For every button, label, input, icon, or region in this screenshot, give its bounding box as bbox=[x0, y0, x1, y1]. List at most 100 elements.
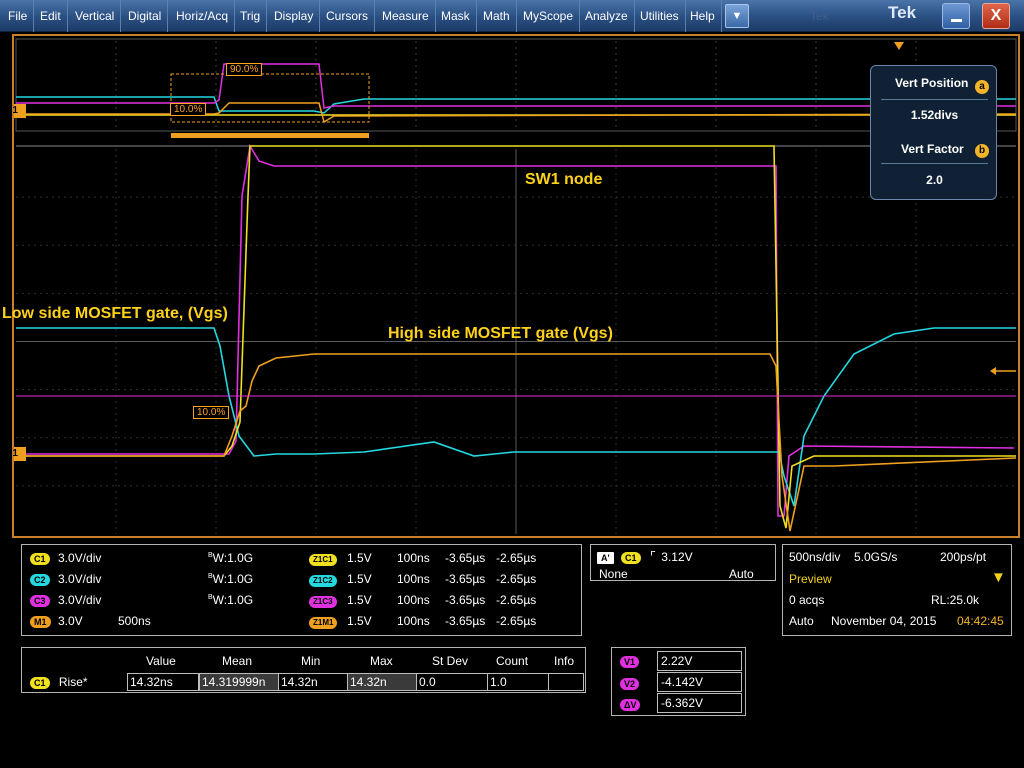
z1c2-time: 100ns bbox=[397, 572, 430, 586]
channel-row-ch3[interactable]: C3 3.0V/div BW:1.0G bbox=[30, 593, 253, 607]
zoom-range-bar bbox=[171, 133, 369, 138]
minimize-button[interactable] bbox=[942, 3, 970, 29]
cursor-v1-badge: V1 bbox=[620, 656, 640, 668]
col-value: Value bbox=[146, 654, 176, 668]
table-row[interactable]: C1 Rise* bbox=[30, 675, 88, 689]
low-side-gate-label: Low side MOSFET gate, (Vgs) bbox=[2, 305, 228, 322]
ch3-scale[interactable]: 3.0V/div bbox=[58, 593, 101, 607]
z1c2-badge[interactable]: Z1C2 bbox=[309, 575, 337, 587]
sw1-node-label: SW1 node bbox=[525, 171, 603, 188]
col-mean: Mean bbox=[222, 654, 253, 668]
menu-cursors[interactable]: Cursors bbox=[320, 0, 376, 32]
col-stdev: St Dev bbox=[432, 654, 469, 668]
trigger-coupling: None bbox=[599, 567, 628, 581]
waveform-graticule bbox=[14, 38, 1017, 534]
cursor-readout-panel[interactable]: V1 2.22V V2 -4.142V ΔV -6.362V bbox=[611, 647, 746, 716]
ch2-badge[interactable]: C2 bbox=[30, 574, 50, 586]
menu-help[interactable]: Help bbox=[684, 0, 722, 32]
z1c1-scale: 1.5V bbox=[347, 551, 372, 565]
pct-90-label: 90.0% bbox=[226, 63, 263, 76]
waveform-display[interactable]: M1 M1 90.0% 10.0% 10.0% SW1 node Low sid… bbox=[2, 34, 1020, 538]
sample-rate[interactable]: 5.0GS/s bbox=[854, 550, 897, 564]
menu-mask[interactable]: Mask bbox=[435, 0, 477, 32]
zoom-row-z1c2[interactable]: Z1C2 1.5V 100ns -3.65µs -2.65µs bbox=[309, 572, 536, 587]
z1m1-badge[interactable]: Z1M1 bbox=[309, 617, 338, 629]
channel-row-ch2[interactable]: C2 3.0V/div BW:1.0G bbox=[30, 572, 253, 586]
chevron-down-icon[interactable]: ▼ bbox=[725, 4, 749, 28]
acq-count: 0 acqs bbox=[789, 593, 825, 607]
col-info: Info bbox=[554, 654, 575, 668]
pct-10-top-label: 10.0% bbox=[170, 103, 207, 116]
cursor-v2-value[interactable]: -4.142V bbox=[657, 672, 742, 692]
acq-status: Preview bbox=[789, 572, 832, 586]
ch1-badge[interactable]: C1 bbox=[30, 553, 50, 565]
menu-analyze[interactable]: Analyze bbox=[579, 0, 635, 32]
ch1-scale[interactable]: 3.0V/div bbox=[58, 551, 101, 565]
acquisition-panel[interactable]: 500ns/div 5.0GS/s 200ps/pt Preview ▼ 0 a… bbox=[782, 544, 1012, 636]
cursor-delta-value: -6.362V bbox=[657, 693, 742, 713]
vert-position-panel[interactable]: Vert Position a 1.52divs Vert Factor b 2… bbox=[870, 65, 997, 200]
menu-utilities[interactable]: Utilities bbox=[634, 0, 686, 32]
z1c3-scale: 1.5V bbox=[347, 593, 372, 607]
zoom-row-z1m1[interactable]: Z1M1 1.5V 100ns -3.65µs -2.65µs bbox=[309, 614, 536, 629]
menu-vertical[interactable]: Vertical bbox=[69, 0, 122, 32]
menu-trig[interactable]: Trig bbox=[234, 0, 268, 32]
vert-factor-value[interactable]: 2.0 bbox=[871, 173, 998, 187]
close-button[interactable]: X bbox=[982, 3, 1010, 29]
cursor-v1-value[interactable]: 2.22V bbox=[657, 651, 742, 671]
thermometer-icon: ▼ bbox=[991, 569, 1006, 586]
divider bbox=[881, 163, 988, 164]
menu-horiz-acq[interactable]: Horiz/Acq bbox=[170, 0, 236, 32]
acq-time: 04:42:45 bbox=[957, 614, 1004, 628]
z1c3-badge[interactable]: Z1C3 bbox=[309, 596, 337, 608]
m1-badge[interactable]: M1 bbox=[30, 616, 51, 628]
menu-myscope[interactable]: MyScope bbox=[517, 0, 581, 32]
measurement-table[interactable]: Value Mean Min Max St Dev Count Info C1 … bbox=[21, 647, 586, 693]
cursor-delta-badge: ΔV bbox=[620, 699, 641, 711]
divider bbox=[881, 99, 988, 100]
ch2-bw: BW:1.0G bbox=[208, 572, 254, 586]
channel-row-m1[interactable]: M1 3.0V 500ns bbox=[30, 614, 151, 628]
trigger-level[interactable]: 3.12V bbox=[661, 550, 692, 564]
trigger-source-badge: C1 bbox=[620, 552, 641, 564]
high-side-gate-label: High side MOSFET gate (Vgs) bbox=[388, 325, 613, 342]
vert-factor-title: Vert Factor bbox=[901, 142, 964, 156]
m1-timebase: 500ns bbox=[118, 614, 151, 628]
z1c3-end: -2.65µs bbox=[496, 593, 537, 607]
z1m1-time: 100ns bbox=[397, 614, 430, 628]
menu-measure[interactable]: Measure bbox=[376, 0, 436, 32]
col-max: Max bbox=[370, 654, 393, 668]
channel-row-ch1[interactable]: C1 3.0V/div BW:1.0G bbox=[30, 551, 253, 565]
tek-logo: Tek bbox=[888, 3, 917, 22]
vert-position-value[interactable]: 1.52divs bbox=[871, 108, 998, 122]
menu-display[interactable]: Display bbox=[268, 0, 321, 32]
rising-edge-icon: ⌜ bbox=[649, 549, 656, 564]
m1-top-label: M1 bbox=[4, 105, 18, 116]
ch2-scale[interactable]: 3.0V/div bbox=[58, 572, 101, 586]
meas-min: 14.32n bbox=[278, 673, 348, 691]
menu-edit[interactable]: Edit bbox=[34, 0, 68, 32]
zoom-row-z1c1[interactable]: Z1C1 1.5V 100ns -3.65µs -2.65µs bbox=[309, 551, 536, 566]
menu-math[interactable]: Math bbox=[477, 0, 517, 32]
overview-strip bbox=[15, 38, 1017, 147]
ch3-bw: BW:1.0G bbox=[208, 593, 254, 607]
meas-mean: 14.319999n bbox=[199, 673, 279, 691]
trigger-readout-panel[interactable]: A' C1 ⌜ 3.12V None Auto bbox=[590, 544, 776, 581]
menu-digital[interactable]: Digital bbox=[122, 0, 169, 32]
z1c1-badge[interactable]: Z1C1 bbox=[309, 554, 337, 566]
zoom-row-z1c3[interactable]: Z1C3 1.5V 100ns -3.65µs -2.65µs bbox=[309, 593, 536, 608]
z1m1-scale: 1.5V bbox=[347, 614, 372, 628]
trigger-mode: Auto bbox=[729, 567, 754, 581]
m1-scale[interactable]: 3.0V bbox=[58, 614, 83, 628]
meas-max: 14.32n bbox=[347, 673, 417, 691]
menu-file[interactable]: File bbox=[2, 0, 35, 32]
ch1-bw: BW:1.0G bbox=[208, 551, 254, 565]
meas-value: 14.32ns bbox=[127, 673, 199, 691]
trigger-a-badge: A' bbox=[597, 552, 614, 564]
z1c3-time: 100ns bbox=[397, 593, 430, 607]
z1c1-end: -2.65µs bbox=[496, 551, 537, 565]
timebase[interactable]: 500ns/div bbox=[789, 550, 840, 564]
ch3-badge[interactable]: C3 bbox=[30, 595, 50, 607]
z1c1-time: 100ns bbox=[397, 551, 430, 565]
brand-ghost-text: Tek bbox=[810, 9, 829, 23]
